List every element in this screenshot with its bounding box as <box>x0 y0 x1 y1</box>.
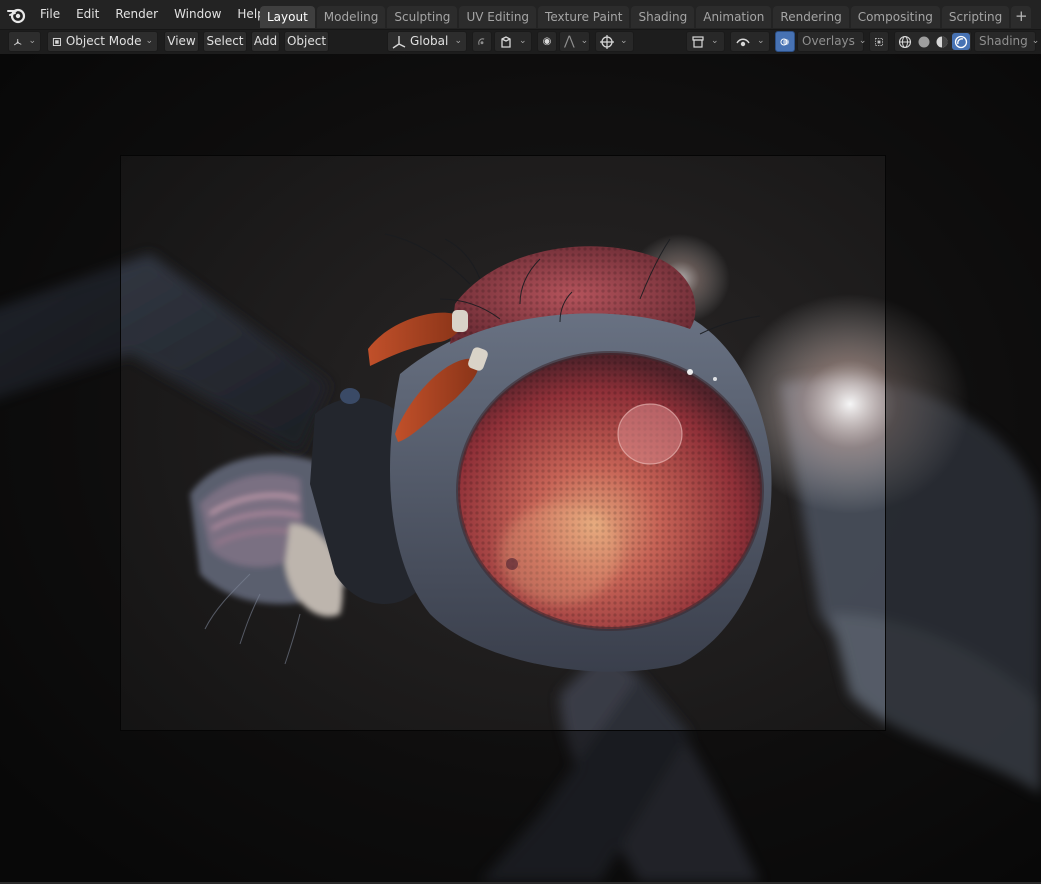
wireframe-icon <box>898 35 911 48</box>
add-workspace-button[interactable]: + <box>1011 6 1032 28</box>
viewport-gizmos-dropdown[interactable]: ⌄ <box>730 31 770 52</box>
shading-dropdown[interactable]: Shading ⌄ <box>974 31 1039 52</box>
proportional-editing-icon: ◉ <box>542 36 552 47</box>
shading-label: Shading <box>979 34 1028 48</box>
3d-viewport-icon <box>13 38 22 45</box>
viewport-gizmo-icon <box>736 38 750 46</box>
material-preview-button[interactable] <box>934 33 952 50</box>
falloff-icon: ⋀ <box>564 34 575 49</box>
camera-frame <box>120 155 886 731</box>
tab-compositing[interactable]: Compositing <box>850 6 940 28</box>
snap-icon <box>501 35 511 48</box>
proportional-editing-button[interactable]: ◉ <box>537 31 557 52</box>
pivot-point-icon <box>478 37 485 45</box>
object-menu[interactable]: Object <box>284 31 329 52</box>
workspace-tabs: Layout Modeling Sculpting UV Editing Tex… <box>260 6 1032 28</box>
tab-animation[interactable]: Animation <box>696 6 772 28</box>
tab-sculpting[interactable]: Sculpting <box>387 6 458 28</box>
rendered-icon <box>954 35 968 48</box>
object-visibility-icon <box>692 35 704 48</box>
snap-dropdown[interactable]: ⌄ <box>494 31 532 52</box>
transform-orientation-icon <box>392 35 406 49</box>
select-menu[interactable]: Select <box>203 31 247 52</box>
falloff-dropdown[interactable]: ⋀ ⌄ <box>559 31 590 52</box>
tab-modeling[interactable]: Modeling <box>316 6 386 28</box>
editor-type-button[interactable]: ⌄ <box>8 31 41 52</box>
menu-render[interactable]: Render <box>107 0 166 30</box>
xray-toggle[interactable] <box>869 31 889 52</box>
tab-uv-editing[interactable]: UV Editing <box>459 6 537 28</box>
xray-icon <box>875 37 883 46</box>
gizmo-dropdown[interactable]: ⌄ <box>595 31 634 52</box>
pivot-point-button[interactable] <box>472 31 492 52</box>
mode-label: Object Mode <box>65 34 142 48</box>
solid-icon <box>918 36 930 47</box>
material-preview-icon <box>936 36 948 47</box>
overlay-icon <box>780 38 790 45</box>
tab-scripting[interactable]: Scripting <box>941 6 1010 28</box>
overlays-label: Overlays <box>802 34 855 48</box>
gizmo-icon <box>600 34 614 49</box>
blender-logo-icon[interactable] <box>7 6 27 24</box>
3d-viewport[interactable]: ✚ ✚ <box>0 54 1041 882</box>
tab-texture-paint[interactable]: Texture Paint <box>538 6 630 28</box>
object-visibility-dropdown[interactable]: ⌄ <box>686 31 725 52</box>
add-menu[interactable]: Add <box>251 31 280 52</box>
solid-shading-button[interactable] <box>915 33 933 50</box>
tab-layout[interactable]: Layout <box>260 6 315 28</box>
mode-dropdown[interactable]: Object Mode ⌄ <box>47 31 158 52</box>
menu-file[interactable]: File <box>32 0 68 30</box>
shading-mode-group <box>894 31 972 52</box>
tab-rendering[interactable]: Rendering <box>773 6 849 28</box>
viewport-header: ⌄ Object Mode ⌄ View Select Add Object G… <box>0 30 1041 54</box>
wireframe-shading-button[interactable] <box>896 33 914 50</box>
overlays-toggle[interactable] <box>775 31 795 52</box>
view-menu[interactable]: View <box>164 31 199 52</box>
overlays-dropdown[interactable]: Overlays ⌄ <box>797 31 866 52</box>
menu-edit[interactable]: Edit <box>68 0 107 30</box>
orientation-label: Global <box>410 34 449 48</box>
menu-window[interactable]: Window <box>166 0 229 30</box>
top-bar: File Edit Render Window Help Layout Mode… <box>0 0 1041 30</box>
tab-shading[interactable]: Shading <box>631 6 695 28</box>
main-menu: File Edit Render Window Help <box>32 0 273 30</box>
transform-orientation-dropdown[interactable]: Global ⌄ <box>387 31 467 52</box>
rendered-shading-button[interactable] <box>952 33 970 50</box>
object-mode-icon <box>52 37 61 46</box>
